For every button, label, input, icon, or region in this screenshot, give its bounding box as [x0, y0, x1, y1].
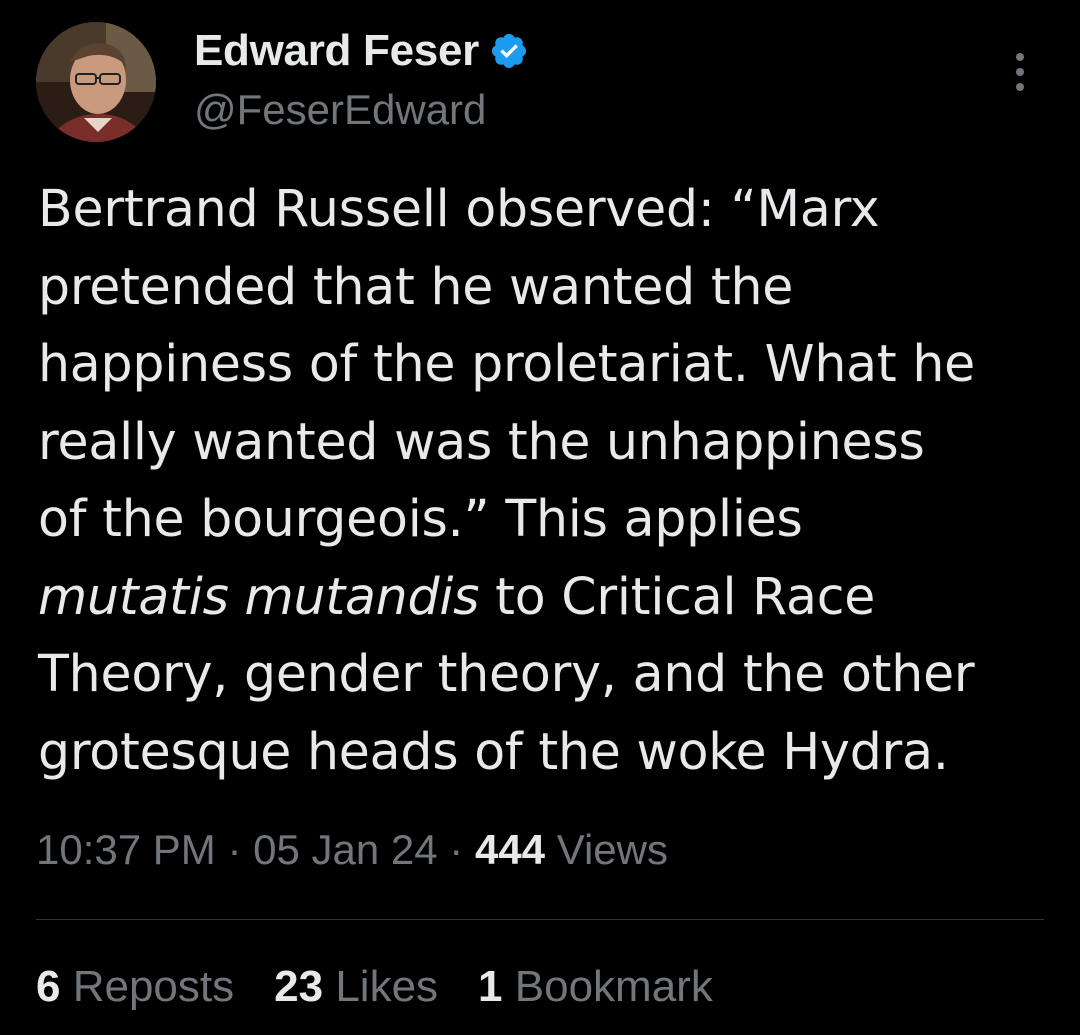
bookmarks-label: Bookmark — [514, 962, 713, 1011]
tweet-line: mutatis mutandis to Critical Race — [38, 558, 1048, 636]
more-dot — [1016, 68, 1024, 76]
italic-phrase: mutatis mutandis — [38, 566, 480, 626]
meta-separator: · — [449, 826, 464, 873]
views-label: Views — [556, 826, 668, 873]
display-name-row: Edward Feser — [194, 26, 529, 76]
tweet-text: Bertrand Russell observed: “Marx pretend… — [38, 170, 1048, 790]
likes-label: Likes — [335, 962, 439, 1011]
tweet-header: Edward Feser @FeserEdward — [36, 22, 1044, 152]
views-count: 444 — [474, 826, 546, 873]
tweet-line-rest: to Critical Race — [479, 566, 876, 626]
bookmarks-stat[interactable]: 1 Bookmark — [478, 962, 713, 1012]
bookmarks-count: 1 — [478, 962, 503, 1011]
likes-stat[interactable]: 23 Likes — [274, 962, 438, 1012]
tweet-line: happiness of the proletariat. What he — [38, 334, 976, 393]
display-name[interactable]: Edward Feser — [194, 26, 479, 76]
more-dot — [1016, 83, 1024, 91]
tweet-line: pretended that he wanted the — [38, 256, 794, 316]
meta-separator: · — [227, 826, 242, 873]
reposts-label: Reposts — [72, 962, 235, 1011]
tweet-line: really wanted was the unhappiness — [38, 411, 925, 471]
tweet-time[interactable]: 10:37 PM — [36, 826, 216, 873]
more-options-icon[interactable] — [1000, 50, 1040, 94]
user-handle[interactable]: @FeserEdward — [194, 86, 529, 134]
avatar-image — [36, 22, 156, 142]
divider — [36, 919, 1044, 920]
tweet-line: Bertrand Russell observed: “Marx — [38, 179, 880, 238]
reposts-stat[interactable]: 6 Reposts — [36, 962, 234, 1012]
tweet-line: Theory, gender theory, and the other — [38, 644, 975, 703]
likes-count: 23 — [274, 962, 324, 1011]
tweet-line: grotesque heads of the woke Hydra. — [38, 721, 949, 781]
tweet-date[interactable]: 05 Jan 24 — [253, 826, 438, 873]
tweet-meta: 10:37 PM · 05 Jan 24 · 444 Views — [36, 826, 668, 874]
avatar[interactable] — [36, 22, 156, 142]
author-info: Edward Feser @FeserEdward — [194, 26, 529, 134]
tweet-line: of the bourgeois.” This applies — [38, 489, 803, 548]
more-dot — [1016, 53, 1024, 61]
engagement-stats: 6 Reposts 23 Likes 1 Bookmark — [36, 962, 753, 1012]
reposts-count: 6 — [36, 962, 61, 1011]
verified-badge-icon[interactable] — [489, 31, 529, 71]
